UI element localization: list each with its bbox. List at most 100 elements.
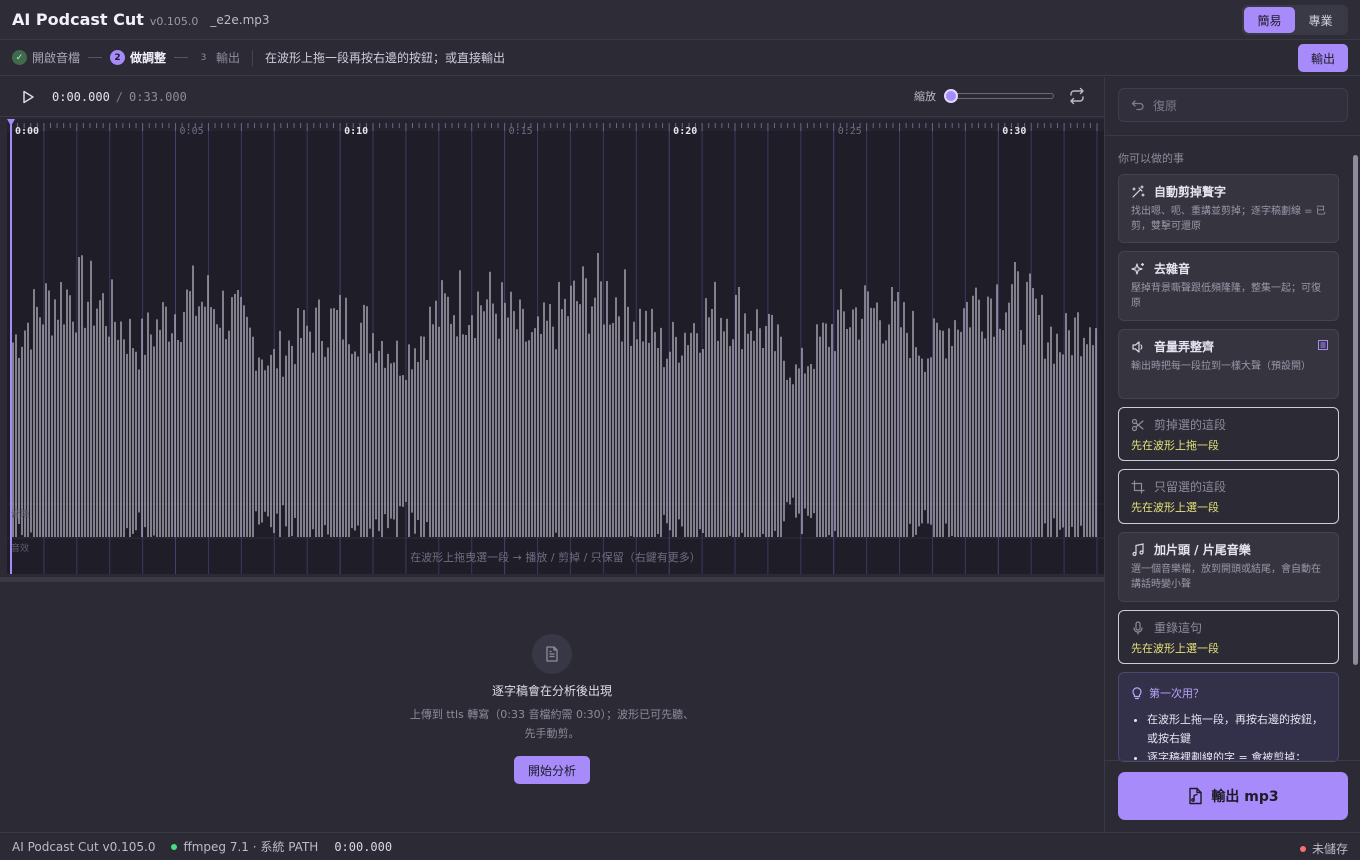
undo-icon — [1131, 100, 1144, 111]
waveform-canvas[interactable]: 0:00 0:05 0:10 0:15 0:20 0:25 0:30 音樂 音效 在波形上拖… — [7, 119, 1104, 574]
time-tick-label: 0:25 — [838, 126, 862, 137]
time-tick-label: 0:20 — [673, 126, 697, 137]
card-warning: 先在波形上選一段 — [1131, 642, 1219, 655]
status-bar: AI Podcast Cut v0.105.0 ffmpeg 7.1 · 系統 … — [0, 832, 1360, 860]
desc-line: 上傳到 ttls 轉寫（0:33 音檔約需 0:30）；波形已可先聽、 — [409, 708, 695, 721]
time-tick-label: 0:00 — [15, 126, 39, 137]
time-tick-label: 0:10 — [344, 126, 368, 137]
microphone-icon — [1133, 620, 1143, 635]
tips-title: 第一次用？ — [1149, 687, 1204, 700]
step-label: 開啟音檔 — [32, 51, 81, 65]
card-title: 剪掉選的這段 — [1154, 418, 1227, 432]
sparkles-icon — [1131, 262, 1144, 275]
waveform-hint: 在波形上拖曳選一段 → 播放 / 剪掉 / 只保留（右鍵有更多） — [410, 551, 701, 564]
step-export[interactable]: 3 輸出 — [196, 49, 240, 66]
transport-bar: 0:00.000 / 0:33.000 縮放 — [0, 77, 1104, 117]
title-bar: AI Podcast Cut v0.105.0 _e2e.mp3 簡易 專業 — [0, 0, 1360, 40]
crop-icon — [1131, 479, 1145, 494]
lightbulb-icon — [1132, 687, 1142, 700]
save-state: 未儲存 — [1299, 840, 1348, 857]
zoom-track — [948, 93, 1054, 99]
waveform-svg: 0:00 0:05 0:10 0:15 0:20 0:25 0:30 — [7, 119, 1104, 574]
tips-list: 在波形上拖一段，再按右邊的按鈕，或按右鍵 逐字稿裡劃線的字 = 會被剪掉； — [1131, 710, 1326, 761]
action-add-music[interactable]: 加片頭 / 片尾音樂 選一個音樂檔，放到開頭或結尾，會自動在講話時變小聲 — [1118, 532, 1339, 602]
card-warning: 先在波形上拖一段 — [1131, 439, 1219, 452]
step-divider — [174, 57, 189, 58]
panel-scrollbar[interactable] — [1353, 147, 1358, 757]
start-analysis-button[interactable]: 開始分析 — [514, 756, 590, 784]
card-title: 去雜音 — [1154, 262, 1191, 276]
card-title: 自動剪掉贅字 — [1154, 185, 1227, 199]
step-divider — [88, 57, 103, 58]
card-desc: 輸出時把每一段拉到一樣大聲（預設開） — [1131, 361, 1311, 372]
step-label: 做調整 — [130, 51, 167, 65]
action-rerecord[interactable]: 重錄這句 先在波形上選一段 — [1118, 610, 1339, 664]
export-mp3-label: 輸出 mp3 — [1211, 789, 1279, 805]
file-audio-icon — [1189, 787, 1203, 805]
divider — [252, 49, 254, 66]
loop-icon — [1070, 87, 1084, 105]
ffmpeg-status-dot — [171, 843, 178, 850]
app-version: v0.105.0 — [149, 14, 199, 28]
save-state-label: 未儲存 — [1311, 842, 1348, 856]
step-open-file[interactable]: ✓ 開啟音檔 — [12, 49, 80, 66]
total-time: 0:33.000 — [129, 89, 187, 104]
card-desc: 壓掉背景嘶聲跟低頻隆隆，整集一起；可復原 — [1131, 283, 1321, 309]
action-denoise[interactable]: 去雜音 壓掉背景嘶聲跟低頻隆隆，整集一起；可復原 — [1118, 251, 1339, 321]
scrollbar-thumb[interactable] — [1353, 155, 1358, 665]
document-icon — [532, 634, 572, 674]
step-label: 輸出 — [216, 51, 241, 65]
desc-line: 先手動剪。 — [524, 727, 580, 740]
current-time: 0:00.000 — [52, 89, 110, 104]
loop-button[interactable] — [1068, 87, 1086, 105]
play-icon — [23, 90, 34, 103]
mode-simple-button[interactable]: 簡易 — [1244, 7, 1295, 33]
time-tick-label: 0:30 — [1002, 126, 1026, 137]
time-tick-label: 0:15 — [509, 126, 533, 137]
undo-label: 復原 — [1153, 98, 1178, 113]
time-separator: / — [115, 89, 124, 104]
play-button[interactable] — [18, 87, 38, 107]
card-title: 音量弄整齊 — [1154, 340, 1215, 354]
zoom-label: 縮放 — [914, 90, 936, 103]
step-adjust[interactable]: 2 做調整 — [110, 49, 166, 66]
zoom-slider[interactable] — [944, 89, 1056, 103]
transcript-panel: 逐字稿會在分析後出現 上傳到 ttls 轉寫（0:33 音檔約需 0:30）；波… — [0, 584, 1104, 832]
step-number: 3 — [200, 52, 207, 63]
tips-card: 第一次用？ 在波形上拖一段，再按右邊的按鈕，或按右鍵 逐字稿裡劃線的字 = 會被… — [1118, 672, 1339, 762]
card-desc: 找出嗯、呃、重講並剪掉；逐字稿劃線 = 已剪，雙擊可還原 — [1131, 206, 1326, 232]
time-tick-label: 0:05 — [180, 126, 204, 137]
card-desc: 選一個音樂檔，放到開頭或結尾，會自動在講話時變小聲 — [1131, 564, 1321, 590]
export-button[interactable]: 輸出 — [1298, 44, 1348, 72]
waveform-scroll-bar[interactable] — [0, 577, 1104, 582]
card-title: 加片頭 / 片尾音樂 — [1154, 543, 1251, 557]
status-app-version: AI Podcast Cut v0.105.0 — [12, 839, 156, 854]
action-normalize-loudness[interactable]: 音量弄整齊 輸出時把每一段拉到一樣大聲（預設開） — [1118, 329, 1339, 399]
step-number: 2 — [110, 50, 126, 65]
mode-toggle: 簡易 專業 — [1242, 5, 1348, 35]
app-title: AI Podcast Cut — [12, 10, 144, 29]
divider — [1105, 135, 1360, 136]
action-auto-cut-fillers[interactable]: 自動剪掉贅字 找出嗯、呃、重講並剪掉；逐字稿劃線 = 已剪，雙擊可還原 — [1118, 174, 1339, 243]
toggle-on-icon[interactable] — [1318, 340, 1328, 350]
export-mp3-button[interactable]: 輸出 mp3 — [1118, 772, 1348, 820]
mode-pro-button[interactable]: 專業 — [1295, 7, 1346, 33]
unsaved-dot — [1299, 845, 1306, 852]
file-name: _e2e.mp3 — [210, 12, 270, 27]
transcript-empty-title: 逐字稿會在分析後出現 — [491, 684, 612, 698]
lane-label-music: 音樂 — [11, 510, 30, 520]
zoom-thumb[interactable] — [944, 89, 958, 103]
music-note-icon — [1132, 542, 1144, 556]
card-title: 重錄這句 — [1154, 621, 1203, 635]
actions-panel: 復原 你可以做的事 自動剪掉贅字 找出嗯、呃、重講並剪掉；逐字稿劃線 = 已剪，… — [1104, 77, 1360, 832]
undo-button[interactable]: 復原 — [1118, 88, 1348, 122]
status-time: 0:00.000 — [334, 839, 393, 854]
action-cut-selection[interactable]: 剪掉選的這段 先在波形上拖一段 — [1118, 407, 1339, 461]
action-keep-selection[interactable]: 只留選的這段 先在波形上選一段 — [1118, 469, 1339, 524]
check-icon: ✓ — [12, 50, 27, 65]
step-bar: ✓ 開啟音檔 2 做調整 3 輸出 在波形上拖一段再按右邊的按鈕；或直接輸出 輸… — [0, 40, 1360, 76]
scissors-icon — [1131, 418, 1144, 431]
actions-heading: 你可以做的事 — [1118, 152, 1184, 165]
divider — [1105, 760, 1360, 761]
card-title: 只留選的這段 — [1154, 480, 1227, 494]
